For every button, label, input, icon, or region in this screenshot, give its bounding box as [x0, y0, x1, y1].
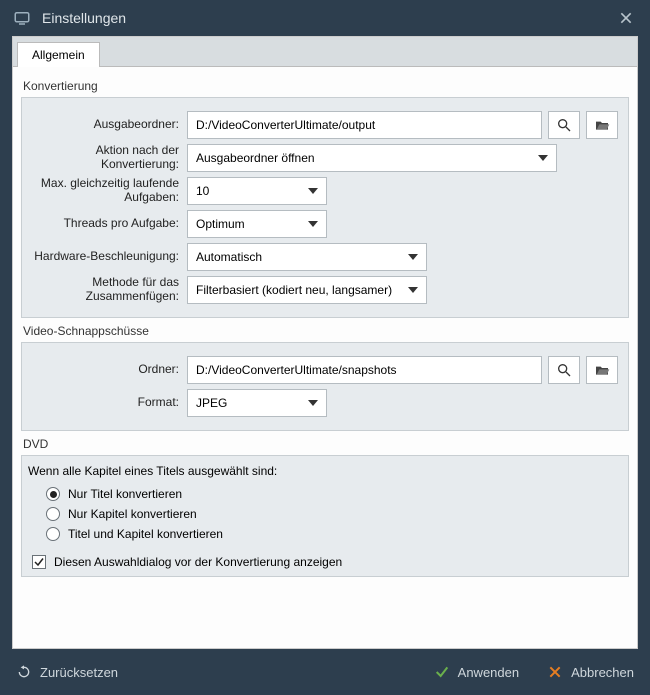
check-icon — [434, 664, 450, 680]
post-action-label: Aktion nach der Konvertierung: — [32, 144, 187, 172]
section-title-dvd: DVD — [21, 431, 629, 455]
output-folder-label: Ausgabeordner: — [32, 118, 187, 132]
merge-select[interactable]: Filterbasiert (kodiert neu, langsamer) — [187, 276, 427, 304]
dvd-radio-both[interactable]: Titel und Kapitel konvertieren — [28, 524, 622, 544]
snapshot-format-select[interactable]: JPEG — [187, 389, 327, 417]
radio-icon — [46, 527, 60, 541]
output-folder-input[interactable] — [187, 111, 542, 139]
reset-icon — [16, 664, 32, 680]
cancel-label: Abbrechen — [571, 665, 634, 680]
apply-button[interactable]: Anwenden — [434, 664, 519, 680]
max-tasks-value: 10 — [196, 184, 209, 198]
radio-label: Nur Kapitel konvertieren — [68, 507, 197, 521]
max-tasks-select[interactable]: 10 — [187, 177, 327, 205]
dvd-intro-text: Wenn alle Kapitel eines Titels ausgewähl… — [28, 464, 622, 478]
hwaccel-select[interactable]: Automatisch — [187, 243, 427, 271]
section-title-snapshots: Video-Schnappschüsse — [21, 318, 629, 342]
app-icon — [12, 8, 32, 28]
snapshot-folder-label: Ordner: — [32, 363, 187, 377]
chevron-down-icon — [538, 155, 548, 161]
radio-icon — [46, 487, 60, 501]
dvd-radio-chapters-only[interactable]: Nur Kapitel konvertieren — [28, 504, 622, 524]
panel-dvd: Wenn alle Kapitel eines Titels ausgewähl… — [21, 455, 629, 577]
reset-label: Zurücksetzen — [40, 665, 118, 680]
threads-label: Threads pro Aufgabe: — [32, 217, 187, 231]
post-action-select[interactable]: Ausgabeordner öffnen — [187, 144, 557, 172]
chevron-down-icon — [308, 188, 318, 194]
section-title-conversion: Konvertierung — [21, 73, 629, 97]
merge-value: Filterbasiert (kodiert neu, langsamer) — [196, 283, 392, 297]
radio-label: Titel und Kapitel konvertieren — [68, 527, 223, 541]
threads-value: Optimum — [196, 217, 245, 231]
content-area: Allgemein Konvertierung Ausgabeordner: A… — [12, 36, 638, 649]
checkbox-icon — [32, 555, 46, 569]
hwaccel-label: Hardware-Beschleunigung: — [32, 250, 187, 264]
snapshot-folder-input[interactable] — [187, 356, 542, 384]
close-button[interactable] — [614, 6, 638, 30]
chevron-down-icon — [408, 254, 418, 260]
close-icon — [547, 664, 563, 680]
reset-button[interactable]: Zurücksetzen — [16, 664, 118, 680]
merge-label: Methode für das Zusammenfügen: — [32, 276, 187, 304]
snapshot-folder-browse-button[interactable] — [586, 356, 618, 384]
hwaccel-value: Automatisch — [196, 250, 262, 264]
dvd-radio-title-only[interactable]: Nur Titel konvertieren — [28, 484, 622, 504]
snapshot-format-label: Format: — [32, 396, 187, 410]
radio-icon — [46, 507, 60, 521]
snapshot-folder-search-button[interactable] — [548, 356, 580, 384]
tabstrip: Allgemein — [13, 37, 637, 67]
output-folder-browse-button[interactable] — [586, 111, 618, 139]
panel-snapshots: Ordner: Format: JPEG — [21, 342, 629, 431]
chevron-down-icon — [408, 287, 418, 293]
radio-label: Nur Titel konvertieren — [68, 487, 182, 501]
tab-general[interactable]: Allgemein — [17, 42, 100, 67]
chevron-down-icon — [308, 221, 318, 227]
threads-select[interactable]: Optimum — [187, 210, 327, 238]
dvd-show-dialog-checkbox[interactable]: Diesen Auswahldialog vor der Konvertieru… — [28, 552, 622, 572]
max-tasks-label: Max. gleichzeitig laufende Aufgaben: — [32, 177, 187, 205]
snapshot-format-value: JPEG — [196, 396, 227, 410]
apply-label: Anwenden — [458, 665, 519, 680]
window-title: Einstellungen — [42, 10, 614, 26]
panel-conversion: Ausgabeordner: Aktion nach der Konvertie… — [21, 97, 629, 318]
titlebar: Einstellungen — [0, 0, 650, 36]
output-folder-search-button[interactable] — [548, 111, 580, 139]
footer: Zurücksetzen Anwenden Abbrechen — [0, 649, 650, 695]
settings-body: Konvertierung Ausgabeordner: Aktion nach… — [13, 67, 637, 587]
checkbox-label: Diesen Auswahldialog vor der Konvertieru… — [54, 555, 342, 569]
chevron-down-icon — [308, 400, 318, 406]
post-action-value: Ausgabeordner öffnen — [196, 151, 315, 165]
cancel-button[interactable]: Abbrechen — [547, 664, 634, 680]
